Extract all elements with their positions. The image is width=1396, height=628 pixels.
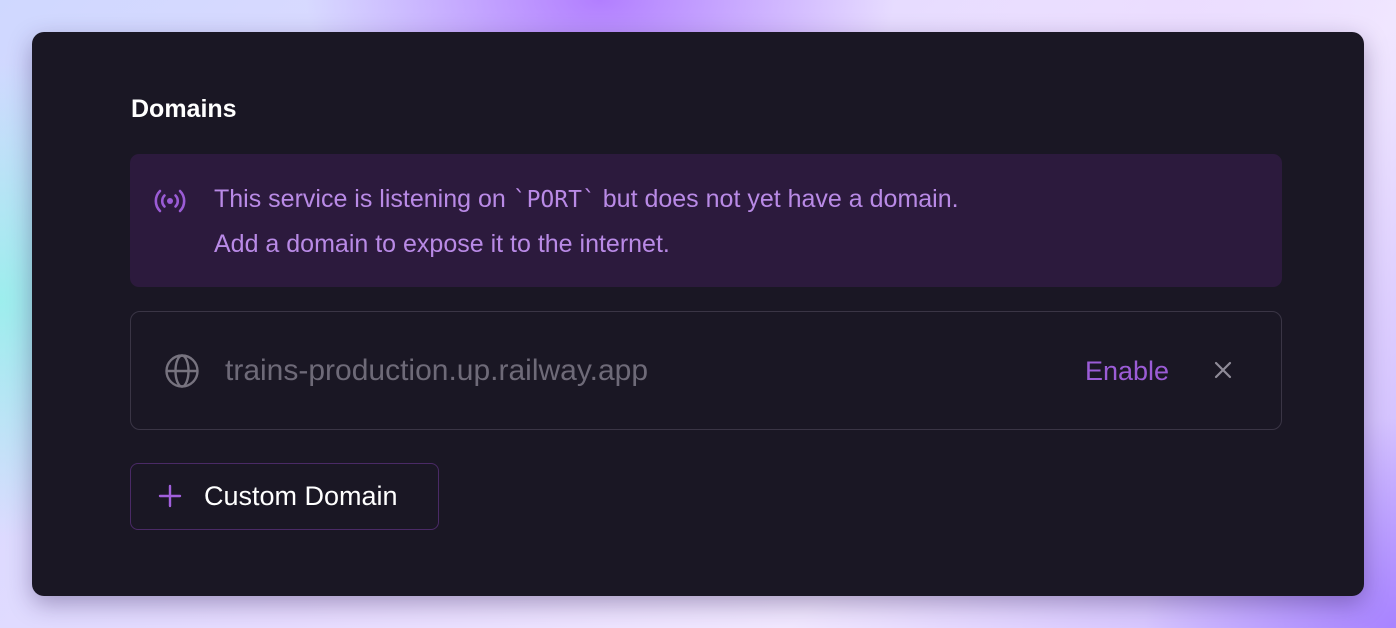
plus-icon — [158, 484, 182, 508]
section-title: Domains — [131, 95, 237, 123]
domain-name: trains-production.up.railway.app — [225, 354, 649, 387]
add-custom-domain-button[interactable]: Custom Domain — [130, 463, 439, 530]
no-domain-notice: This service is listening on `PORT` but … — [130, 154, 1282, 287]
notice-line-1-prefix: This service is listening on — [214, 185, 513, 213]
notice-line-1: This service is listening on `PORT` but … — [214, 177, 959, 222]
close-icon — [1214, 361, 1232, 379]
notice-line-1-suffix: but does not yet have a domain. — [595, 185, 959, 213]
dismiss-domain-button[interactable] — [1209, 356, 1237, 384]
enable-domain-button[interactable]: Enable — [1085, 353, 1169, 389]
notice-text: This service is listening on `PORT` but … — [214, 177, 959, 266]
port-code: `PORT` — [512, 187, 596, 213]
custom-domain-label: Custom Domain — [204, 481, 398, 511]
generated-domain-row: trains-production.up.railway.app Enable — [130, 311, 1282, 430]
notice-line-2: Add a domain to expose it to the interne… — [214, 230, 670, 258]
broadcast-icon — [154, 189, 186, 213]
globe-icon — [165, 354, 199, 388]
domains-card: Domains This service is listening on `PO… — [32, 32, 1364, 596]
